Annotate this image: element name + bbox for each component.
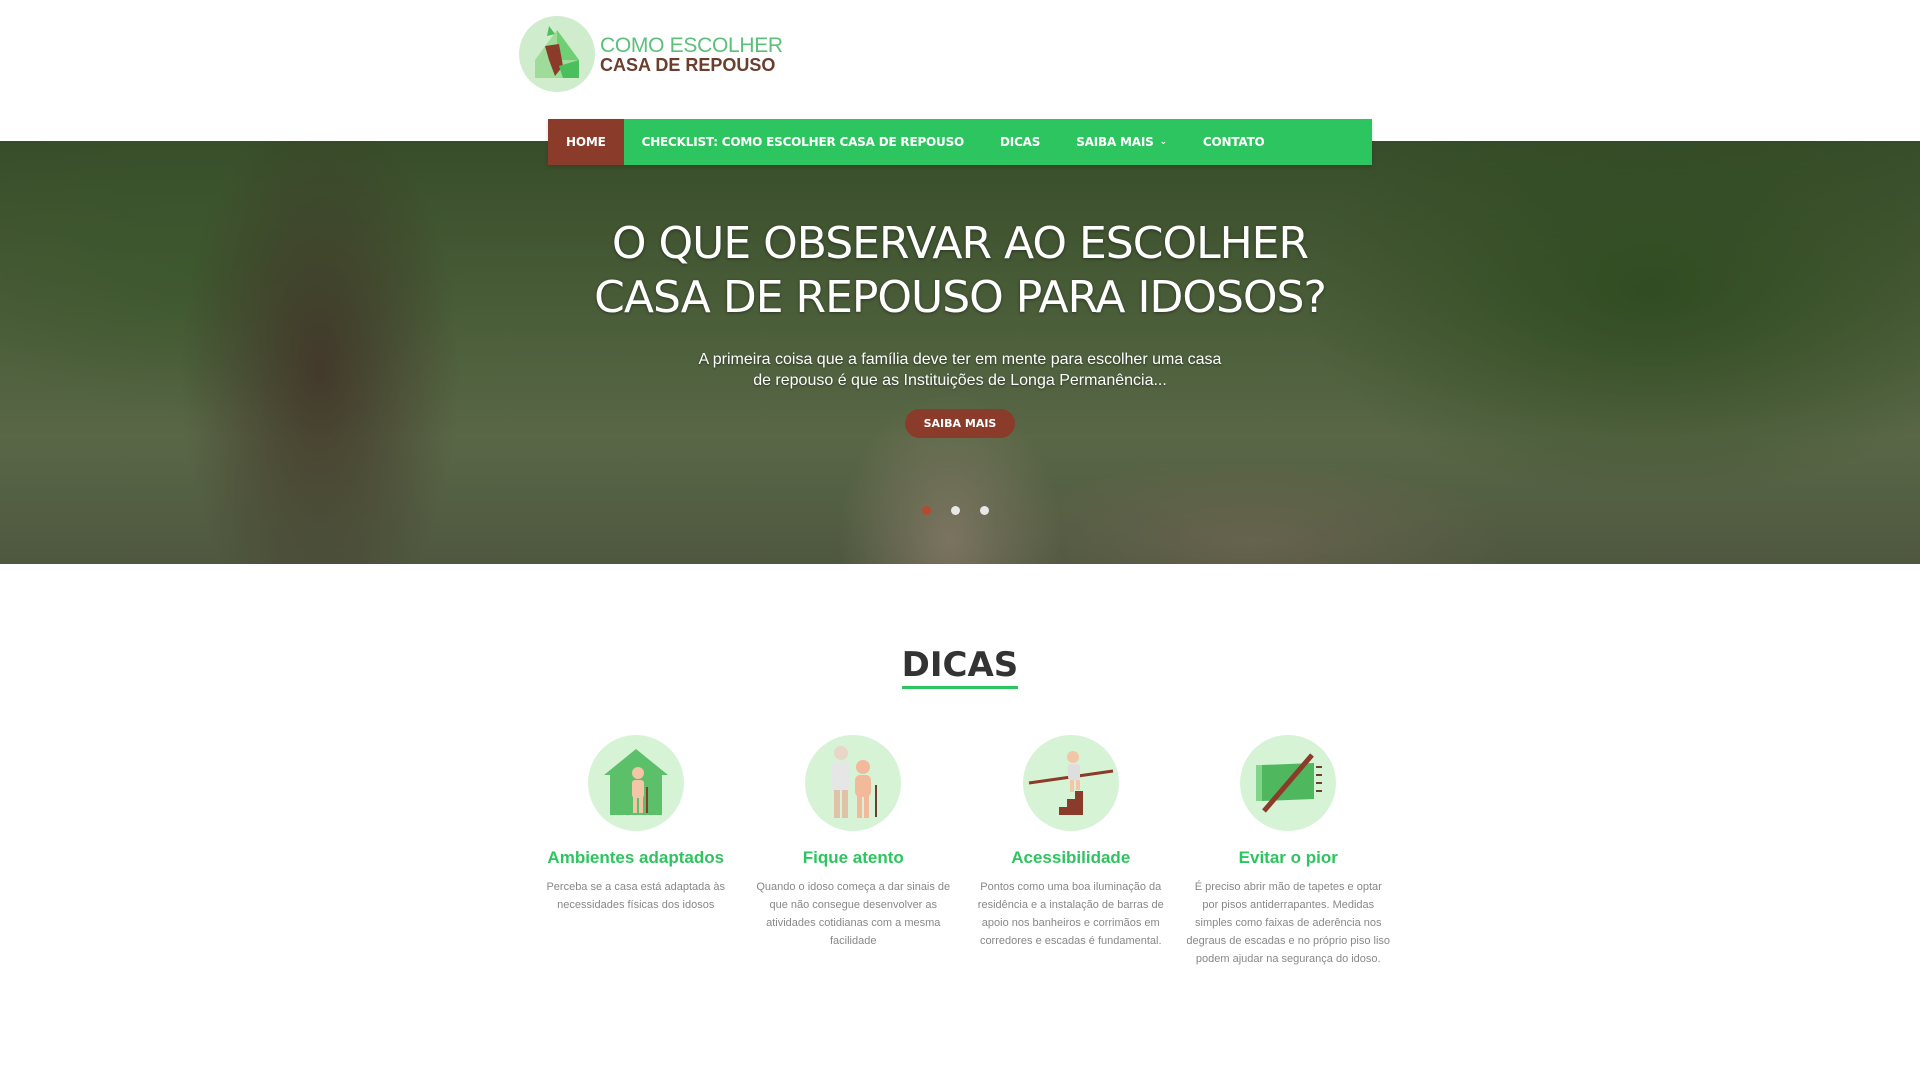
saiba-mais-button[interactable]: SAIBA MAIS [905,409,1015,438]
card-evitar-o-pior: Evitar o pior É preciso abrir mão de tap… [1180,735,1398,968]
card-title: Evitar o pior [1238,848,1338,867]
hero-slider: O QUE OBSERVAR AO ESCOLHER CASA DE REPOU… [0,141,1920,564]
main-nav: HOME CHECKLIST: COMO ESCOLHER CASA DE RE… [548,119,1372,165]
logo-text-line1: COMO ESCOLHER [600,33,783,57]
card-ambientes-adaptados: Ambientes adaptados Perceba se a casa es… [527,735,745,968]
card-text: Perceba se a casa está adaptada às neces… [546,881,726,911]
no-rug-icon [1240,735,1337,831]
logo-house-icon [519,16,595,92]
slider-dot-1[interactable] [922,506,931,515]
nav-item-label: HOME [566,135,606,149]
site-logo[interactable]: COMO ESCOLHER CASA DE REPOUSO [519,16,783,92]
dicas-cards: Ambientes adaptados Perceba se a casa es… [527,735,1397,968]
page: COMO ESCOLHER CASA DE REPOUSO HOME CHECK… [0,0,1920,1080]
house-elderly-icon [587,735,684,831]
card-text: É preciso abrir mão de tapetes e optar p… [1186,881,1391,965]
nav-item-contato[interactable]: CONTATO [1185,119,1283,165]
stairs-handrail-icon [1022,735,1119,831]
nav-item-label: DICAS [1000,135,1041,149]
card-title: Ambientes adaptados [547,848,725,867]
nav-item-label: SAIBA MAIS [1076,135,1154,149]
card-text: Pontos como uma boa iluminação da residê… [977,881,1164,947]
nav-item-saiba-mais[interactable]: SAIBA MAIS ⌄ [1058,119,1185,165]
chevron-down-icon: ⌄ [1159,137,1168,147]
card-title: Fique atento [802,848,904,867]
logo-text-line2: CASA DE REPOUSO [600,54,776,75]
slider-dot-2[interactable] [951,506,960,515]
elderly-couple-icon [805,735,902,831]
section-title-dicas: DICAS [901,645,1019,685]
slider-dots [922,506,989,515]
nav-item-checklist[interactable]: CHECKLIST: COMO ESCOLHER CASA DE REPOUSO [624,119,982,165]
card-text: Quando o idoso começa a dar sinais de qu… [756,881,951,947]
card-title: Acessibilidade [1011,848,1131,867]
slider-dot-3[interactable] [980,506,989,515]
nav-item-dicas[interactable]: DICAS [982,119,1058,165]
section-title-underline [902,686,1018,689]
card-acessibilidade: Acessibilidade Pontos como uma boa ilumi… [962,735,1180,968]
hero-title: O QUE OBSERVAR AO ESCOLHER CASA DE REPOU… [594,218,1327,323]
nav-item-label: CHECKLIST: COMO ESCOLHER CASA DE REPOUSO [641,135,965,149]
nav-item-label: CONTATO [1202,135,1265,149]
card-fique-atento: Fique atento Quando o idoso começa a dar… [745,735,963,968]
hero-subtitle: A primeira coisa que a família deve ter … [698,351,1222,389]
nav-item-home[interactable]: HOME [548,119,624,165]
